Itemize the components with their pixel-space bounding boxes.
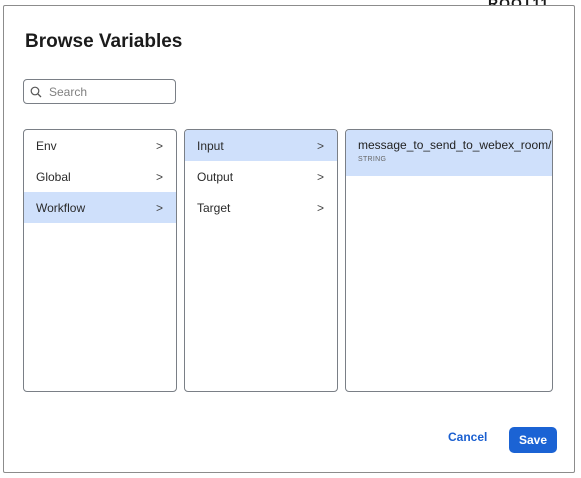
scope-item-label: Env <box>36 138 57 153</box>
search-icon <box>30 86 42 97</box>
variable-panel: message_to_send_to_webex_room/ STRING <box>345 129 553 392</box>
chevron-right-icon: > <box>316 169 324 184</box>
save-button[interactable]: Save <box>509 427 557 453</box>
chevron-right-icon: > <box>155 138 163 153</box>
category-panel: Input > Output > Target > <box>184 129 338 392</box>
variable-name-row: message_to_send_to_webex_room/ <box>358 138 551 152</box>
variable-type: STRING <box>358 156 387 163</box>
browse-variables-dialog: Browse Variables Env > Global > Workflow… <box>3 5 575 473</box>
variable-item[interactable]: message_to_send_to_webex_room/ STRING <box>346 130 552 176</box>
edit-glyph: / <box>548 138 552 152</box>
scope-panel: Env > Global > Workflow > <box>23 129 177 392</box>
scope-item-label: Workflow <box>36 200 86 215</box>
chevron-right-icon: > <box>155 200 163 215</box>
search-field[interactable] <box>23 79 176 104</box>
scope-item-workflow[interactable]: Workflow > <box>24 192 176 223</box>
search-input[interactable] <box>47 83 171 100</box>
variable-name: message_to_send_to_webex_room <box>358 138 549 152</box>
category-item-label: Input <box>197 138 224 153</box>
scope-item-label: Global <box>36 169 71 184</box>
category-item-output[interactable]: Output > <box>185 161 337 192</box>
category-item-label: Output <box>197 169 234 184</box>
category-item-label: Target <box>197 200 231 215</box>
category-item-target[interactable]: Target > <box>185 192 337 223</box>
scope-item-env[interactable]: Env > <box>24 130 176 161</box>
chevron-right-icon: > <box>316 138 324 153</box>
chevron-right-icon: > <box>155 169 163 184</box>
scope-item-global[interactable]: Global > <box>24 161 176 192</box>
chevron-right-icon: > <box>316 200 324 215</box>
category-item-input[interactable]: Input > <box>185 130 337 161</box>
dialog-title: Browse Variables <box>25 31 183 52</box>
cancel-button[interactable]: Cancel <box>448 430 487 444</box>
